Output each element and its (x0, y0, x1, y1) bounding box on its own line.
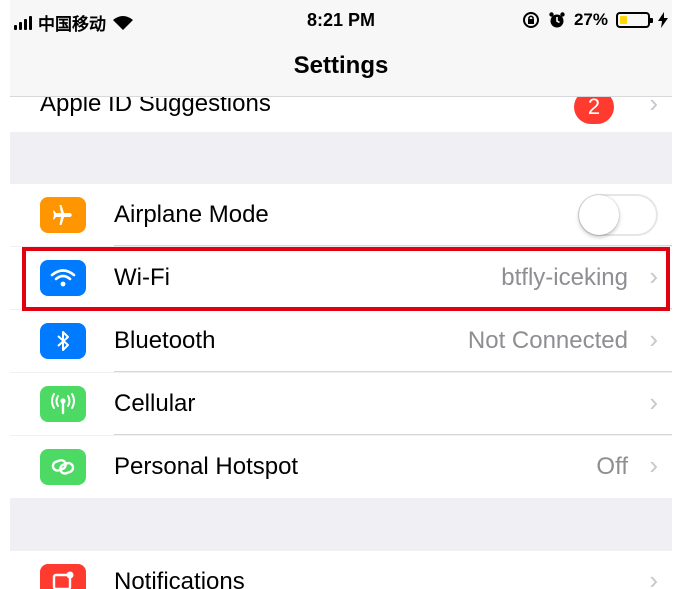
page-title: Settings (293, 52, 389, 79)
airplane-icon (40, 197, 86, 233)
alarm-icon (549, 12, 565, 28)
battery-icon (616, 12, 653, 28)
airplane-mode-row[interactable]: Airplane Mode (10, 184, 672, 246)
row-separator (114, 308, 672, 309)
row-separator (114, 371, 672, 372)
hotspot-link-icon (40, 449, 86, 485)
status-bar: 中国移动 8:21 PM 27% (10, 0, 672, 42)
chevron-right-icon: › (649, 450, 658, 480)
battery-fill (620, 16, 627, 24)
row-separator (114, 245, 672, 246)
navigation-bar: Settings (10, 42, 672, 97)
bluetooth-label: Bluetooth (114, 327, 216, 354)
chevron-right-icon: › (649, 387, 658, 417)
settings-screen: Apple ID Suggestions 2 › Airplane Mode W… (10, 0, 672, 589)
cellular-antenna-icon (40, 386, 86, 422)
wifi-network-name: btfly-iceking (501, 264, 628, 291)
personal-hotspot-status: Off (596, 453, 628, 480)
rotation-lock-icon (522, 12, 539, 28)
row-separator (114, 434, 672, 435)
bluetooth-status: Not Connected (467, 327, 628, 354)
status-right: 27% (522, 10, 668, 30)
airplane-mode-toggle[interactable] (578, 194, 658, 236)
notifications-label: Notifications (114, 568, 245, 589)
chevron-right-icon: › (649, 324, 658, 354)
personal-hotspot-label: Personal Hotspot (114, 453, 299, 480)
toggle-knob (579, 195, 619, 235)
notifications-icon (40, 564, 86, 589)
wifi-icon (40, 260, 86, 296)
bluetooth-row[interactable]: Bluetooth Not Connected › (10, 310, 672, 372)
wifi-label: Wi-Fi (114, 264, 170, 291)
notifications-row[interactable]: Notifications › (10, 551, 672, 589)
battery-percent: 27% (573, 10, 608, 29)
chevron-right-icon: › (649, 261, 658, 291)
bluetooth-icon (40, 323, 86, 359)
cellular-row[interactable]: Cellular › (10, 373, 672, 435)
cellular-label: Cellular (114, 390, 196, 417)
wifi-row[interactable]: Wi-Fi btfly-iceking › (10, 247, 672, 309)
chevron-right-icon: › (649, 565, 658, 589)
charging-icon (658, 12, 668, 28)
airplane-mode-label: Airplane Mode (114, 201, 269, 228)
personal-hotspot-row[interactable]: Personal Hotspot Off › (10, 436, 672, 498)
